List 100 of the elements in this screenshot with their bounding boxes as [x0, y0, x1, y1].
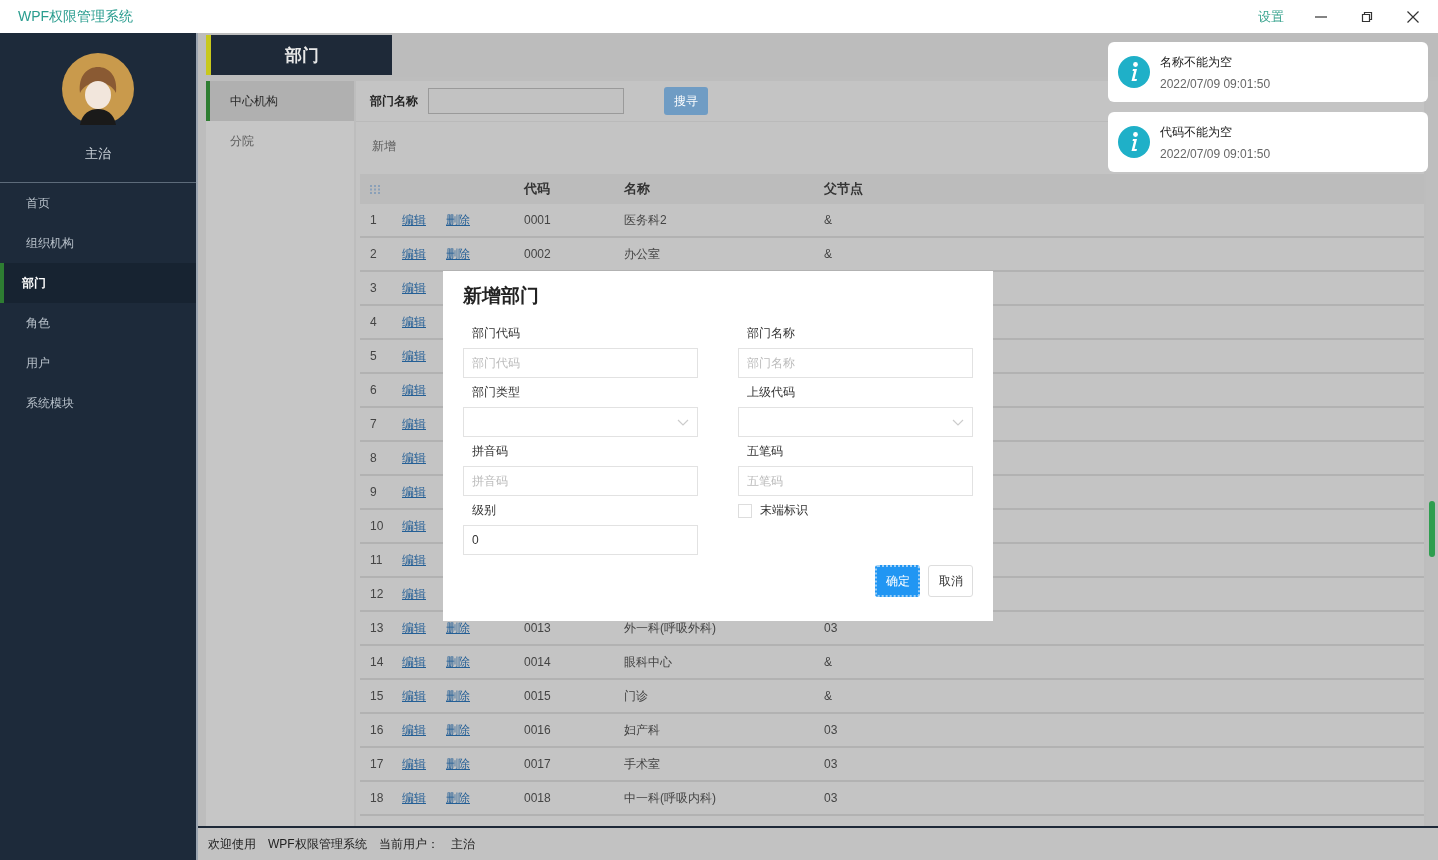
close-icon[interactable]: [1406, 9, 1420, 24]
chevron-down-icon: [952, 418, 964, 426]
dialog-title: 新增部门: [463, 284, 540, 308]
edit-link[interactable]: 编辑: [402, 246, 426, 261]
edit-link[interactable]: 编辑: [402, 484, 426, 499]
edit-link[interactable]: 编辑: [402, 722, 426, 737]
input-field[interactable]: 部门代码: [463, 348, 698, 378]
table-cell: 门诊: [624, 688, 648, 703]
row-number: 10: [370, 519, 384, 533]
delete-link[interactable]: 删除: [446, 654, 470, 669]
column-header[interactable]: 代码: [524, 181, 550, 196]
input-field[interactable]: 部门名称: [738, 348, 973, 378]
table-cell: &: [824, 213, 832, 227]
edit-link[interactable]: 编辑: [402, 314, 426, 329]
search-button[interactable]: 搜寻: [664, 87, 708, 115]
input-field[interactable]: 五笔码: [738, 466, 973, 496]
nav-item[interactable]: 角色: [0, 303, 196, 343]
table-cell: 0002: [524, 247, 551, 261]
app-title: WPF权限管理系统: [18, 7, 134, 26]
edit-link[interactable]: 编辑: [402, 620, 426, 635]
row-number: 5: [370, 349, 377, 363]
row-number: 7: [370, 417, 377, 431]
cancel-button[interactable]: 取消: [928, 565, 973, 597]
nav-item[interactable]: 部门: [0, 263, 196, 303]
table-cell: &: [824, 655, 832, 669]
table-cell: 妇产科: [624, 722, 660, 737]
field-label: 五笔码: [746, 443, 784, 460]
row-number: 1: [370, 213, 377, 227]
table-cell: 0017: [524, 757, 551, 771]
nav-item[interactable]: 用户: [0, 343, 196, 383]
edit-link[interactable]: 编辑: [402, 552, 426, 567]
input-field[interactable]: 0: [463, 525, 698, 555]
page-tab[interactable]: 部门: [206, 35, 392, 75]
tree-item[interactable]: 中心机构: [206, 81, 354, 121]
info-icon: [1118, 56, 1150, 88]
tree-item[interactable]: 分院: [206, 121, 354, 161]
dropdown-field[interactable]: [463, 407, 698, 437]
search-field[interactable]: [428, 88, 624, 114]
edit-link[interactable]: 编辑: [402, 382, 426, 397]
scrollbar-thumb[interactable]: [1429, 501, 1435, 557]
table-cell: &: [824, 689, 832, 703]
table-cell: 眼科中心: [624, 654, 672, 669]
field-label: 拼音码: [471, 443, 509, 460]
dropdown-field[interactable]: [738, 407, 973, 437]
table-cell: 0015: [524, 689, 551, 703]
chevron-down-icon: [677, 418, 689, 426]
delete-link[interactable]: 删除: [446, 212, 470, 227]
edit-link[interactable]: 编辑: [402, 756, 426, 771]
notification-message: 代码不能为空: [1160, 123, 1233, 141]
confirm-button[interactable]: 确定: [875, 565, 920, 597]
delete-link[interactable]: 删除: [446, 688, 470, 703]
grip-icon: [370, 184, 381, 194]
notification-time: 2022/07/09 09:01:50: [1160, 146, 1271, 161]
input-field[interactable]: 拼音码: [463, 466, 698, 496]
status-text: WPF权限管理系统: [268, 835, 367, 853]
edit-link[interactable]: 编辑: [402, 688, 426, 703]
restore-icon[interactable]: [1360, 9, 1374, 24]
edit-link[interactable]: 编辑: [402, 348, 426, 363]
field-label: 部门名称: [746, 325, 796, 342]
column-header[interactable]: 名称: [624, 181, 650, 196]
edit-link[interactable]: 编辑: [402, 416, 426, 431]
edit-link[interactable]: 编辑: [402, 212, 426, 227]
delete-link[interactable]: 删除: [446, 756, 470, 771]
table-cell: 0016: [524, 723, 551, 737]
nav-item[interactable]: 首页: [0, 183, 196, 223]
edit-link[interactable]: 编辑: [402, 586, 426, 601]
row-number: 15: [370, 689, 384, 703]
table-cell: 外一科(呼吸外科): [624, 620, 716, 635]
table-cell: &: [824, 247, 832, 261]
row-number: 11: [370, 553, 383, 567]
edit-link[interactable]: 编辑: [402, 790, 426, 805]
edit-link[interactable]: 编辑: [402, 518, 426, 533]
delete-link[interactable]: 删除: [446, 722, 470, 737]
search-label: 部门名称: [370, 92, 418, 110]
row-number: 4: [370, 315, 377, 329]
row-number: 6: [370, 383, 377, 397]
nav-item[interactable]: 组织机构: [0, 223, 196, 263]
edit-link[interactable]: 编辑: [402, 450, 426, 465]
edit-link[interactable]: 编辑: [402, 654, 426, 669]
delete-link[interactable]: 删除: [446, 246, 470, 261]
table-cell: 0018: [524, 791, 551, 805]
settings-link[interactable]: 设置: [1258, 7, 1284, 26]
row-number: 2: [370, 247, 377, 261]
table-cell: 医务科2: [624, 212, 667, 227]
edit-link[interactable]: 编辑: [402, 280, 426, 295]
table-cell: 手术室: [624, 756, 660, 771]
table-cell: 0001: [524, 213, 551, 227]
delete-link[interactable]: 删除: [446, 790, 470, 805]
status-text: 当前用户：: [378, 835, 439, 853]
column-header[interactable]: 父节点: [824, 181, 863, 196]
row-number: 8: [370, 451, 377, 465]
field-label: 部门代码: [471, 325, 521, 342]
status-text: 主治: [450, 835, 475, 853]
nav-item[interactable]: 系统模块: [0, 383, 196, 423]
checkbox[interactable]: [738, 503, 752, 518]
notification-message: 名称不能为空: [1160, 53, 1233, 71]
user-name: 主治: [85, 145, 111, 163]
add-button[interactable]: 新增: [366, 136, 402, 156]
delete-link[interactable]: 删除: [446, 620, 470, 635]
table-cell: 03: [824, 757, 838, 771]
